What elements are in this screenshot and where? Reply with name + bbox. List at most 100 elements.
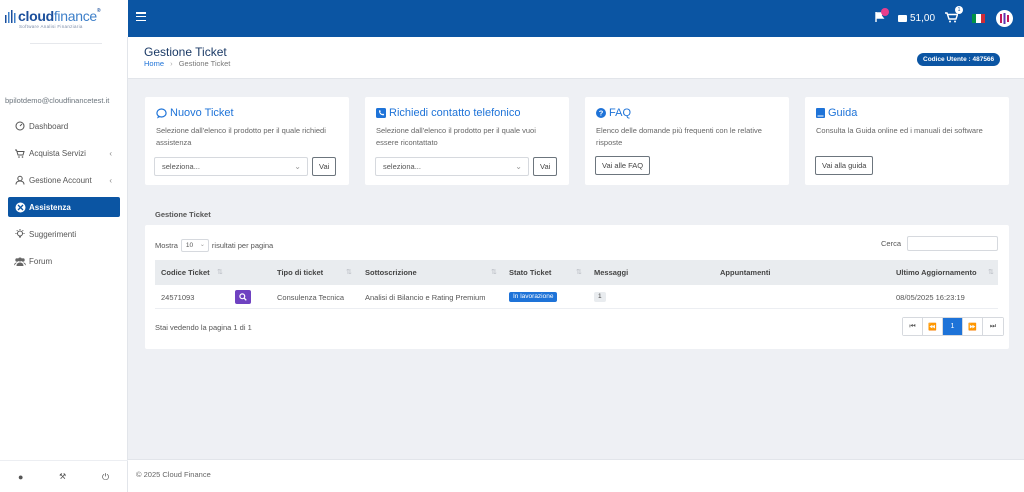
- power-icon[interactable]: ⏻: [102, 472, 109, 483]
- phone-icon: [376, 108, 386, 118]
- sidebar-item-assistenza[interactable]: Assistenza: [8, 197, 120, 217]
- svg-text:?: ?: [599, 109, 604, 118]
- top-navbar: cloudfinance® Software Analisi Finanziar…: [0, 0, 1024, 37]
- zoom-icon: [239, 293, 247, 301]
- cell-type: Consulenza Tecnica: [277, 293, 344, 302]
- sort-icon: ⇅: [346, 269, 352, 276]
- hamburger-menu-icon[interactable]: [136, 12, 146, 22]
- sidebar-item-gestione-account[interactable]: Gestione Account ‹: [8, 170, 120, 190]
- chevron-left-icon: ‹: [109, 148, 112, 158]
- copyright-text: © 2025 Cloud Finance: [136, 470, 211, 479]
- cell-code: 24571093: [161, 293, 195, 302]
- sidebar-item-suggerimenti[interactable]: Suggerimenti: [8, 224, 120, 244]
- status-badge: In lavorazione: [509, 292, 558, 302]
- sidebar-footer: ● ⚒ ⏻: [0, 460, 128, 492]
- brand-name: cloudfinance®: [18, 8, 101, 24]
- lifebuoy-icon: [14, 201, 26, 213]
- pagination: ⏮ ⏪ 1 ⏩ ⏭: [902, 317, 1004, 336]
- sidebar-item-forum[interactable]: Forum: [8, 251, 120, 271]
- avatar[interactable]: [996, 10, 1013, 27]
- page-footer: © 2025 Cloud Finance: [128, 459, 1024, 492]
- page-size-select[interactable]: 10 ⌄: [180, 239, 209, 252]
- breadcrumb-current: Gestione Ticket: [178, 59, 231, 68]
- card-title: ? FAQ: [596, 107, 631, 119]
- card-title: Richiedi contatto telefonico: [376, 107, 520, 119]
- chevron-down-icon: ⌄: [515, 162, 522, 171]
- sidebar-item-acquista-servizi[interactable]: Acquista Servizi ‹: [8, 143, 120, 163]
- breadcrumb-home-link[interactable]: Home: [144, 59, 164, 68]
- sort-icon: ⇅: [576, 269, 582, 276]
- last-page-icon: ⏭: [989, 322, 997, 330]
- cell-subscription: Analisi di Bilancio e Rating Premium: [365, 293, 486, 302]
- users-icon: [14, 255, 26, 267]
- divider: [30, 43, 102, 44]
- italian-flag-icon[interactable]: [972, 14, 985, 23]
- th-tipo-ticket[interactable]: Tipo di ticket: [277, 268, 323, 277]
- notification-badge: [881, 8, 889, 16]
- user-code-badge: Codice Utente : 487566: [917, 53, 1001, 66]
- section-title: Gestione Ticket: [155, 210, 211, 219]
- page-title: Gestione Ticket: [144, 45, 227, 59]
- credit-balance[interactable]: 51,00: [898, 0, 935, 37]
- product-select-phone[interactable]: seleziona... ⌄: [375, 157, 529, 176]
- messages-count-badge: 1: [594, 292, 606, 302]
- chevron-down-icon: ⌄: [199, 242, 205, 248]
- wallet-icon: [898, 15, 907, 22]
- dashboard-icon: [14, 120, 26, 132]
- sidebar: bpilotdemo@cloudfinancetest.it Dashboard…: [0, 37, 128, 492]
- page-size-control: Mostra 10 ⌄ risultati per pagina: [155, 239, 274, 252]
- notifications-button[interactable]: [874, 8, 889, 25]
- vai-ticket-button[interactable]: Vai: [312, 157, 337, 176]
- next-page-button[interactable]: ⏩: [963, 318, 983, 335]
- card-description: Elenco delle domande più frequenti con l…: [596, 126, 762, 147]
- ticket-table-card: Mostra 10 ⌄ risultati per pagina Cerca Co…: [145, 225, 1009, 349]
- first-page-button[interactable]: ⏮: [903, 318, 923, 335]
- prev-page-button[interactable]: ⏪: [923, 318, 943, 335]
- brand-tagline: Software Analisi Finanziaria: [19, 24, 83, 29]
- sidebar-item-dashboard[interactable]: Dashboard: [8, 116, 120, 136]
- th-codice-ticket[interactable]: Codice Ticket: [161, 268, 210, 277]
- card-description: Consulta la Guida online ed i manuali de…: [816, 126, 983, 135]
- page-header: Gestione Ticket Home › Gestione Ticket C…: [128, 37, 1024, 79]
- book-icon: [816, 108, 825, 118]
- search-input[interactable]: [907, 236, 998, 251]
- th-messaggi[interactable]: Messaggi: [594, 268, 628, 277]
- card-title: Nuovo Ticket: [156, 107, 234, 119]
- lightbulb-icon: [14, 228, 26, 240]
- page-1-button[interactable]: 1: [943, 318, 963, 335]
- breadcrumb-separator-icon: ›: [170, 59, 173, 68]
- fast-forward-icon: ⏩: [968, 323, 977, 331]
- cell-updated: 08/05/2025 16:23:19: [896, 293, 965, 302]
- th-stato-ticket[interactable]: Stato Ticket: [509, 268, 551, 277]
- view-ticket-button[interactable]: [235, 290, 251, 304]
- profile-icon[interactable]: ●: [18, 472, 23, 482]
- last-page-button[interactable]: ⏭: [983, 318, 1003, 335]
- card-description: Selezione dall'elenco il prodotto per il…: [156, 126, 326, 147]
- logo-bars-icon: [5, 10, 16, 23]
- search-label: Cerca: [881, 239, 902, 248]
- cart-icon: [14, 147, 26, 159]
- table-row[interactable]: 24571093 Consulenza Tecnica Analisi di B…: [155, 285, 998, 309]
- th-appuntamenti[interactable]: Appuntamenti: [720, 268, 770, 277]
- sort-icon: ⇅: [988, 269, 994, 276]
- first-page-icon: ⏮: [909, 322, 916, 330]
- rewind-icon: ⏪: [928, 323, 937, 331]
- vai-guida-button[interactable]: Vai alla guida: [815, 156, 874, 175]
- th-ultimo-aggiornamento[interactable]: Ultimo Aggiornamento: [896, 268, 977, 277]
- chevron-left-icon: ‹: [109, 175, 112, 185]
- user-icon: [14, 174, 26, 186]
- cart-badge: 1: [955, 6, 963, 14]
- breadcrumb: Home › Gestione Ticket: [144, 59, 230, 68]
- brand-logo[interactable]: cloudfinance® Software Analisi Finanziar…: [0, 0, 128, 37]
- chevron-down-icon: ⌄: [294, 162, 301, 171]
- cart-button[interactable]: 1: [945, 6, 963, 25]
- table-info: Stai vedendo la pagina 1 di 1: [155, 323, 252, 332]
- chat-bubble-icon: [156, 107, 167, 118]
- th-sottoscrizione[interactable]: Sottoscrizione: [365, 268, 417, 277]
- settings-icon[interactable]: ⚒: [59, 472, 66, 481]
- card-description: Selezione dall'elenco il prodotto per il…: [376, 126, 536, 147]
- product-select-ticket[interactable]: seleziona... ⌄: [154, 157, 308, 176]
- sort-icon: ⇅: [491, 269, 497, 276]
- vai-phone-button[interactable]: Vai: [533, 157, 558, 176]
- vai-faq-button[interactable]: Vai alle FAQ: [595, 156, 651, 175]
